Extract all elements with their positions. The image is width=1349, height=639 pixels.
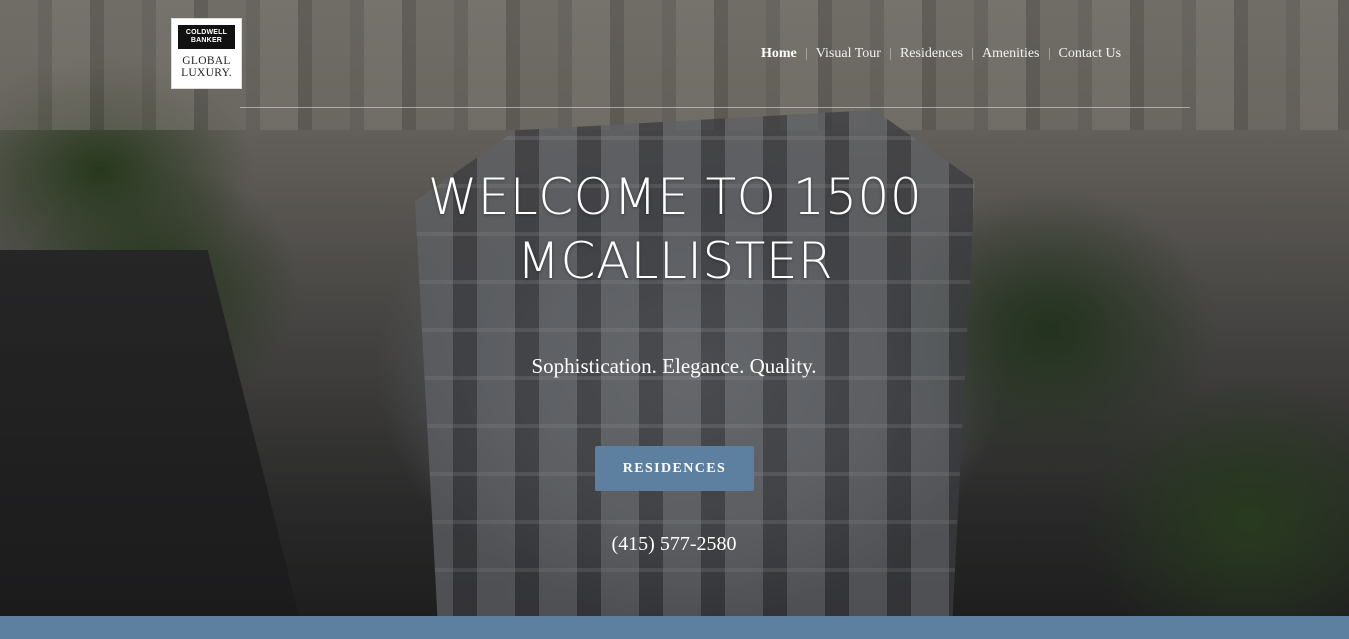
nav-item-residences[interactable]: Residences: [891, 46, 972, 62]
logo-sub-line2: LUXURY.: [181, 67, 232, 79]
logo-subtitle: GLOBAL LUXURY.: [181, 55, 232, 79]
nav-item-home[interactable]: Home: [752, 46, 806, 62]
header-divider: [240, 107, 1190, 108]
hero-overlay: [0, 0, 1349, 616]
hero-tagline: Sophistication. Elegance. Quality.: [531, 354, 817, 378]
hero-title-line1: WELCOME TO 1500: [427, 168, 923, 226]
hero-title-line2: MCALLISTER: [516, 232, 834, 290]
nav-item-amenities[interactable]: Amenities: [973, 46, 1049, 62]
logo-mark: COLDWELL BANKER: [178, 25, 235, 49]
main-nav: Home Visual Tour Residences Amenities Co…: [752, 44, 1130, 64]
hero-background-image: [0, 0, 1349, 616]
residences-button[interactable]: RESIDENCES: [595, 446, 754, 491]
logo-brand-line2: BANKER: [190, 37, 223, 44]
logo-sub-line1: GLOBAL: [182, 55, 231, 67]
logo-brand-line1: COLDWELL: [185, 29, 228, 36]
hero-title: WELCOME TO 1500 MCALLISTER: [360, 165, 990, 293]
brand-logo[interactable]: COLDWELL BANKER GLOBAL LUXURY.: [171, 18, 242, 89]
nav-item-visual-tour[interactable]: Visual Tour: [807, 46, 890, 62]
phone-link[interactable]: (415) 577-2580: [574, 533, 774, 556]
nav-item-contact-us[interactable]: Contact Us: [1050, 46, 1131, 62]
bottom-accent-band: [0, 616, 1349, 639]
